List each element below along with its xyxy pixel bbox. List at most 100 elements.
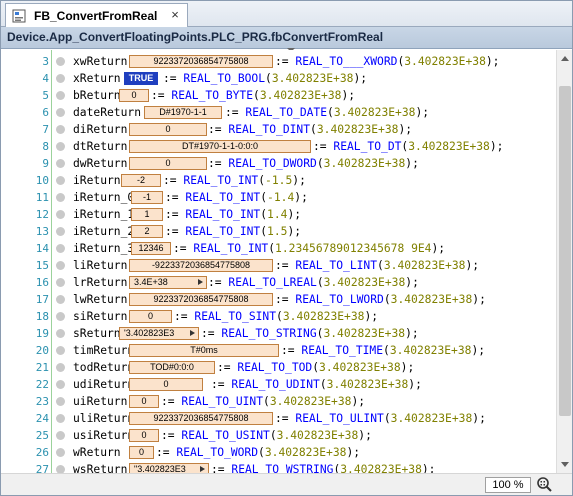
monitor-value[interactable]: 0 [129,123,207,136]
code-editor[interactable]: 3 xwReturn 9223372036854775808:= REAL_TO__… [1,50,556,473]
monitor-value[interactable]: -1 [131,191,163,204]
monitor-value[interactable]: 12346 [131,242,171,255]
expand-triangle-icon[interactable] [200,466,205,472]
breakpoint-dot-icon[interactable] [56,431,65,440]
monitor-value[interactable]: 0 [129,378,203,391]
breakpoint-dot-icon[interactable] [56,380,65,389]
code-line[interactable]: 27 wsReturn "3.402823E3:= REAL_TO_WSTRING(… [1,461,556,473]
breakpoint-dot-icon[interactable] [56,244,65,253]
monitor-value[interactable]: '3.402823E3 [119,327,199,340]
monitor-value[interactable]: DT#1970-1-1-0:0:0 [129,140,311,153]
breakpoint-dot-icon[interactable] [56,193,65,202]
breakpoint-dot-icon[interactable] [56,57,65,66]
close-icon[interactable]: × [169,8,181,21]
breakpoint-dot-icon[interactable] [56,176,65,185]
scroll-up-icon[interactable] [561,56,569,61]
breakpoint-dot-icon[interactable] [56,312,65,321]
breakpoint-dot-icon[interactable] [56,159,65,168]
breakpoint-dot-icon[interactable] [56,125,65,134]
breakpoint-dot-icon[interactable] [56,295,65,304]
tab-fb-convert-from-real[interactable]: FB_ConvertFromReal × [5,3,188,27]
expand-triangle-icon[interactable] [198,279,203,285]
code-line[interactable]: 12 iReturn_1 1:= REAL_TO_INT(1.4); [1,206,556,223]
code-line[interactable]: 18 siReturn 0:= REAL_TO_SINT(3.402823E+38)… [1,308,556,325]
code-line[interactable]: 21 todReturn TOD#0:0:0:= REAL_TO_TOD(3.402… [1,359,556,376]
monitor-value[interactable]: 0 [119,89,149,102]
code-line[interactable]: 11 iReturn_0 -1:= REAL_TO_INT(-1.4); [1,189,556,206]
code-line[interactable]: 22 udiReturn 0:= REAL_TO_UDINT(3.402823E+3… [1,376,556,393]
assignment-expression: := REAL_TO_INT(-1.5); [163,172,306,189]
code-line[interactable]: 26 wReturn 0:= REAL_TO_WORD(3.402823E+38); [1,444,556,461]
monitor-value[interactable]: TRUE [124,72,158,85]
monitor-value[interactable]: 1 [131,208,163,221]
line-number: 3 [42,55,49,68]
breakpoint-dot-icon[interactable] [56,91,65,100]
code-line[interactable]: 9 dwReturn 0:= REAL_TO_DWORD(3.402823E+38)… [1,155,556,172]
vertical-scrollbar[interactable] [556,50,572,473]
literal-argument: 3.402823E+38 [323,157,406,170]
breakpoint-dot-icon[interactable] [56,261,65,270]
zoom-level[interactable]: 100 % [485,477,531,493]
monitor-value[interactable]: 3.4E+38 [129,276,207,289]
assign-operator: := [151,89,172,102]
breakpoint-dot-icon[interactable] [56,414,65,423]
code-line[interactable]: 17 lwReturn 9223372036854775808:= REAL_TO_… [1,291,556,308]
breakpoint-dot-icon[interactable] [56,227,65,236]
code-line[interactable]: 20 timReturn T#0ms:= REAL_TO_TIME(3.402823… [1,342,556,359]
monitor-value[interactable]: 0 [129,446,154,459]
monitor-value[interactable]: 9223372036854775808 [129,412,273,425]
monitor-value[interactable]: T#0ms [129,344,279,357]
code-line[interactable]: 4 xReturn TRUE:= REAL_TO_BOOL(3.402823E+38… [1,70,556,87]
code-line[interactable]: 19 sReturn '3.402823E3:= REAL_TO_STRING(3.… [1,325,556,342]
monitor-value[interactable]: 0 [129,157,207,170]
assignment-expression: := REAL_TO_INT(1.4); [165,206,301,223]
assignment-expression: := REAL_TO_DINT(3.402823E+38); [208,121,412,138]
breakpoint-dot-icon[interactable] [56,329,65,338]
code-line[interactable]: 8 dtReturn DT#1970-1-1-0:0:0:= REAL_TO_DT(… [1,138,556,155]
breakpoint-dot-icon[interactable] [56,448,65,457]
monitor-value[interactable]: -2 [121,174,161,187]
scroll-down-icon[interactable] [561,462,569,467]
scroll-thumb[interactable] [559,86,571,416]
breakpoint-dot-icon[interactable] [56,397,65,406]
breakpoint-dot-icon[interactable] [56,210,65,219]
monitor-value[interactable]: -9223372036854775808 [129,259,273,272]
literal-argument: -1.5 [265,174,293,187]
monitor-value[interactable]: 0 [129,310,172,323]
code-line[interactable]: 7 diReturn 0:= REAL_TO_DINT(3.402823E+38); [1,121,556,138]
line-number: 24 [35,412,49,425]
monitor-value[interactable]: 9223372036854775808 [129,55,273,68]
monitor-value[interactable]: "3.402823E3 [129,463,209,473]
assignment-expression: := REAL_TO_LREAL(3.402823E+38); [208,274,419,291]
variable-name: uiReturn [73,395,128,408]
open-paren: ( [253,89,260,102]
code-line[interactable]: 10 iReturn -2:= REAL_TO_INT(-1.5); [1,172,556,189]
breakpoint-dot-icon[interactable] [56,465,65,473]
code-line[interactable]: 13 iReturn_2 2:= REAL_TO_INT(1.5); [1,223,556,240]
breakpoint-dot-icon[interactable] [56,346,65,355]
code-line[interactable]: 3 xwReturn 9223372036854775808:= REAL_TO__… [1,53,556,70]
monitor-value[interactable]: D#1970-1-1 [144,106,222,119]
monitor-value[interactable]: 0 [129,395,159,408]
conversion-function: REAL_TO_WORD [176,446,259,459]
code-line[interactable]: 15 liReturn -9223372036854775808:= REAL_TO… [1,257,556,274]
monitor-value[interactable]: 2 [131,225,163,238]
zoom-magnifier-icon[interactable] [535,476,555,494]
monitor-value[interactable]: 0 [129,429,159,442]
breakpoint-dot-icon[interactable] [56,108,65,117]
monitor-value[interactable]: 9223372036854775808 [129,293,273,306]
code-line[interactable]: 25 usiReturn 0:= REAL_TO_USINT(3.402823E+3… [1,427,556,444]
monitor-value[interactable]: TOD#0:0:0 [129,361,215,374]
code-line[interactable]: 14 iReturn_3 12346:= REAL_TO_INT(1.2345678… [1,240,556,257]
breakpoint-dot-icon[interactable] [56,278,65,287]
breakpoint-dot-icon[interactable] [56,142,65,151]
expand-triangle-icon[interactable] [190,330,195,336]
breakpoint-dot-icon[interactable] [56,363,65,372]
code-line[interactable]: 5 bReturn 0:= REAL_TO_BYTE(3.402823E+38); [1,87,556,104]
code-line[interactable]: 16 lrReturn 3.4E+38:= REAL_TO_LREAL(3.4028… [1,274,556,291]
breakpoint-dot-icon[interactable] [56,74,65,83]
code-line[interactable]: 24 uliReturn 9223372036854775808:= REAL_TO… [1,410,556,427]
code-line[interactable]: 23 uiReturn 0:= REAL_TO_UINT(3.402823E+38)… [1,393,556,410]
line-number: 10 [35,174,49,187]
code-line[interactable]: 6 dateReturn D#1970-1-1:= REAL_TO_DATE(3.4… [1,104,556,121]
